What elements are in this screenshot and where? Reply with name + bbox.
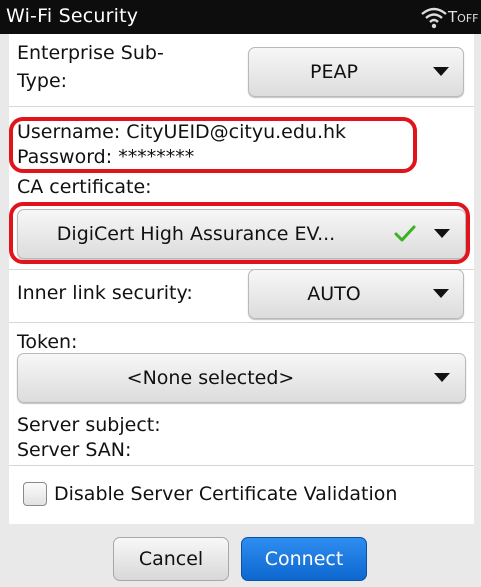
chevron-down-icon bbox=[433, 67, 449, 76]
inner-link-security-label: Inner link security: bbox=[17, 282, 193, 304]
inner-link-security-value: AUTO bbox=[307, 283, 361, 305]
cancel-button[interactable]: Cancel bbox=[113, 537, 229, 581]
status-bar: Wi-Fi Security TOFF bbox=[0, 0, 481, 34]
ca-certificate-dropdown[interactable]: DigiCert High Assurance EV... bbox=[17, 209, 466, 259]
screen-title: Wi-Fi Security bbox=[6, 5, 139, 27]
chevron-down-icon bbox=[434, 373, 450, 382]
chevron-down-icon bbox=[434, 229, 450, 238]
server-subject-label: Server subject: bbox=[17, 414, 161, 436]
enterprise-subtype-dropdown[interactable]: PEAP bbox=[248, 47, 464, 97]
server-san-label: Server SAN: bbox=[17, 439, 132, 461]
wifi-icon bbox=[421, 7, 447, 29]
settings-panel: Enterprise Sub- Type: PEAP Username: Cit… bbox=[9, 34, 474, 524]
signal-off-label: OFF bbox=[457, 12, 479, 25]
enterprise-subtype-value: PEAP bbox=[310, 61, 358, 83]
ca-certificate-value: DigiCert High Assurance EV... bbox=[56, 223, 336, 245]
password-text: Password: ******** bbox=[17, 146, 195, 168]
divider bbox=[9, 106, 474, 107]
ca-certificate-label: CA certificate: bbox=[17, 176, 152, 198]
signal-indicator: TOFF bbox=[448, 8, 478, 26]
username-text: Username: CityUEID@cityu.edu.hk bbox=[17, 121, 347, 143]
connect-button[interactable]: Connect bbox=[241, 537, 367, 581]
chevron-down-icon bbox=[433, 289, 449, 298]
token-label: Token: bbox=[17, 331, 78, 353]
action-bar: Cancel Connect bbox=[0, 524, 481, 587]
signal-icon: T bbox=[448, 8, 458, 26]
inner-link-security-dropdown[interactable]: AUTO bbox=[248, 269, 464, 319]
disable-validation-label: Disable Server Certificate Validation bbox=[54, 483, 398, 505]
enterprise-subtype-label-line1: Enterprise Sub- bbox=[17, 42, 164, 64]
enterprise-subtype-label-line2: Type: bbox=[17, 70, 68, 92]
token-value: <None selected> bbox=[126, 367, 295, 389]
disable-validation-checkbox[interactable] bbox=[23, 482, 47, 506]
token-dropdown[interactable]: <None selected> bbox=[17, 353, 466, 403]
divider bbox=[9, 322, 474, 323]
check-icon bbox=[394, 225, 416, 242]
divider bbox=[9, 465, 474, 466]
